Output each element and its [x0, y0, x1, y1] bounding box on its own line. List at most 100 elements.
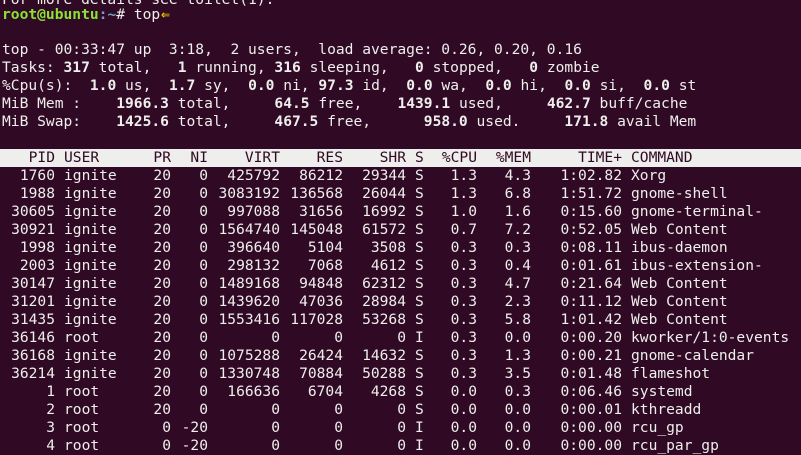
cell-res: 6704: [307, 383, 343, 400]
cell-mem: 3.5: [504, 365, 531, 382]
table-row: 30605 ignite 20 0 997088 31656 16992 S 1.0 1.6 0:1…: [0, 203, 801, 221]
cell-cpu: 1.0: [450, 203, 477, 220]
cell-state: S: [415, 275, 424, 292]
cell-virt: 1564740: [218, 221, 280, 238]
cell-res: 0: [334, 401, 343, 418]
cell-mem: 0.0: [504, 419, 531, 436]
cell-virt: 0: [271, 329, 280, 346]
column-header-command: COMMAND: [631, 149, 693, 166]
column-header-mem: %MEM: [495, 149, 531, 166]
cell-cpu: 0.0: [450, 419, 477, 436]
cell-pid: 30147: [11, 275, 55, 292]
table-row: 30147 ignite 20 0 1489168 94848 62312 S 0.3 4.7 0:…: [0, 275, 801, 293]
cell-pid: 4: [46, 437, 55, 454]
table-row: 3 root 0 -20 0 0 0 I 0.0 0.0 0:00.00 rcu_gp: [0, 419, 801, 437]
cell-shr: 4612: [370, 257, 406, 274]
cell-ni: 0: [199, 257, 208, 274]
cell-user: ignite: [64, 167, 117, 184]
cell-mem: 1.6: [504, 203, 531, 220]
cell-pid: 2: [46, 401, 55, 418]
cell-command: systemd: [631, 383, 693, 400]
cell-virt: 3083192: [218, 185, 280, 202]
cell-virt: 396640: [227, 239, 280, 256]
cell-command: Web Content: [631, 221, 728, 238]
cell-command: Web Content: [631, 293, 728, 310]
cell-pr: 20: [153, 311, 171, 328]
column-header-shr: SHR: [379, 149, 406, 166]
cell-user: ignite: [64, 293, 117, 310]
cell-pr: 20: [153, 257, 171, 274]
cell-virt: 997088: [227, 203, 280, 220]
cell-time: 0:00.00: [560, 419, 622, 436]
cell-cpu: 0.3: [450, 365, 477, 382]
cell-res: 0: [334, 329, 343, 346]
cell-pid: 36214: [11, 365, 55, 382]
cell-mem: 0.0: [504, 437, 531, 454]
cell-cpu: 0.3: [450, 329, 477, 346]
cell-cpu: 0.0: [450, 383, 477, 400]
cell-pid: 36146: [11, 329, 55, 346]
cell-virt: 1489168: [218, 275, 280, 292]
prompt-user: root@ubuntu: [2, 6, 99, 23]
cell-pr: 20: [153, 167, 171, 184]
cell-mem: 2.3: [504, 293, 531, 310]
cell-user: ignite: [64, 275, 117, 292]
cell-pr: 20: [153, 293, 171, 310]
cell-ni: 0: [199, 203, 208, 220]
cell-mem: 4.7: [504, 275, 531, 292]
table-row: 2003 ignite 20 0 298132 7068 4612 S 0.3 0.4 0:01.6…: [0, 257, 801, 275]
cell-shr: 0: [397, 437, 406, 454]
cell-pid: 30921: [11, 221, 55, 238]
cell-ni: 0: [199, 221, 208, 238]
cell-state: S: [415, 203, 424, 220]
table-row: 36168 ignite 20 0 1075288 26424 14632 S 0.3 1.3 0:…: [0, 347, 801, 365]
cell-mem: 0.3: [504, 383, 531, 400]
cell-ni: 0: [199, 347, 208, 364]
cell-shr: 61572: [362, 221, 406, 238]
column-header-user: USER: [64, 149, 100, 166]
cell-shr: 0: [397, 329, 406, 346]
cell-state: S: [415, 401, 424, 418]
cell-time: 1:02.82: [560, 167, 622, 184]
cell-time: 0:06.46: [560, 383, 622, 400]
column-header-ni: NI: [190, 149, 208, 166]
cell-virt: 1553416: [218, 311, 280, 328]
cell-cpu: 1.3: [450, 185, 477, 202]
cell-user: ignite: [64, 257, 117, 274]
cell-pid: 1760: [19, 167, 55, 184]
column-header-res: RES: [316, 149, 343, 166]
cell-res: 0: [334, 437, 343, 454]
prompt-path: :~: [98, 6, 117, 23]
cell-pr: 20: [153, 329, 171, 346]
cell-res: 136568: [290, 185, 343, 202]
cell-state: S: [415, 221, 424, 238]
cell-virt: 166636: [227, 383, 280, 400]
cell-state: S: [415, 239, 424, 256]
cell-shr: 0: [397, 419, 406, 436]
cell-command: kworker/1:0-events: [631, 329, 790, 346]
summary-swap-line: MiB Swap: 1425.6 total, 467.5 free, 958.…: [2, 113, 697, 130]
cell-shr: 0: [397, 401, 406, 418]
cell-res: 31656: [299, 203, 343, 220]
cell-command: rcu_gp: [631, 419, 684, 436]
cell-mem: 7.2: [504, 221, 531, 238]
cell-pr: 20: [153, 365, 171, 382]
column-header-state: S: [415, 149, 424, 166]
cell-res: 145048: [290, 221, 343, 238]
cell-pr: 20: [153, 347, 171, 364]
cell-pr: 20: [153, 383, 171, 400]
cell-user: ignite: [64, 365, 117, 382]
cell-time: 0:00.20: [560, 329, 622, 346]
cell-time: 1:51.72: [560, 185, 622, 202]
cell-mem: 1.3: [504, 347, 531, 364]
cell-command: ibus-daemon: [631, 239, 728, 256]
cell-res: 70884: [299, 365, 343, 382]
cell-shr: 3508: [370, 239, 406, 256]
cell-res: 94848: [299, 275, 343, 292]
cell-command: ibus-extension-: [631, 257, 763, 274]
cell-state: S: [415, 383, 424, 400]
cell-res: 7068: [307, 257, 343, 274]
cell-mem: 4.3: [504, 167, 531, 184]
cell-state: S: [415, 293, 424, 310]
process-table-header: PID USER PR NI VIRT RES SHR S %CPU %MEM TIME+ COMMA…: [0, 149, 801, 167]
